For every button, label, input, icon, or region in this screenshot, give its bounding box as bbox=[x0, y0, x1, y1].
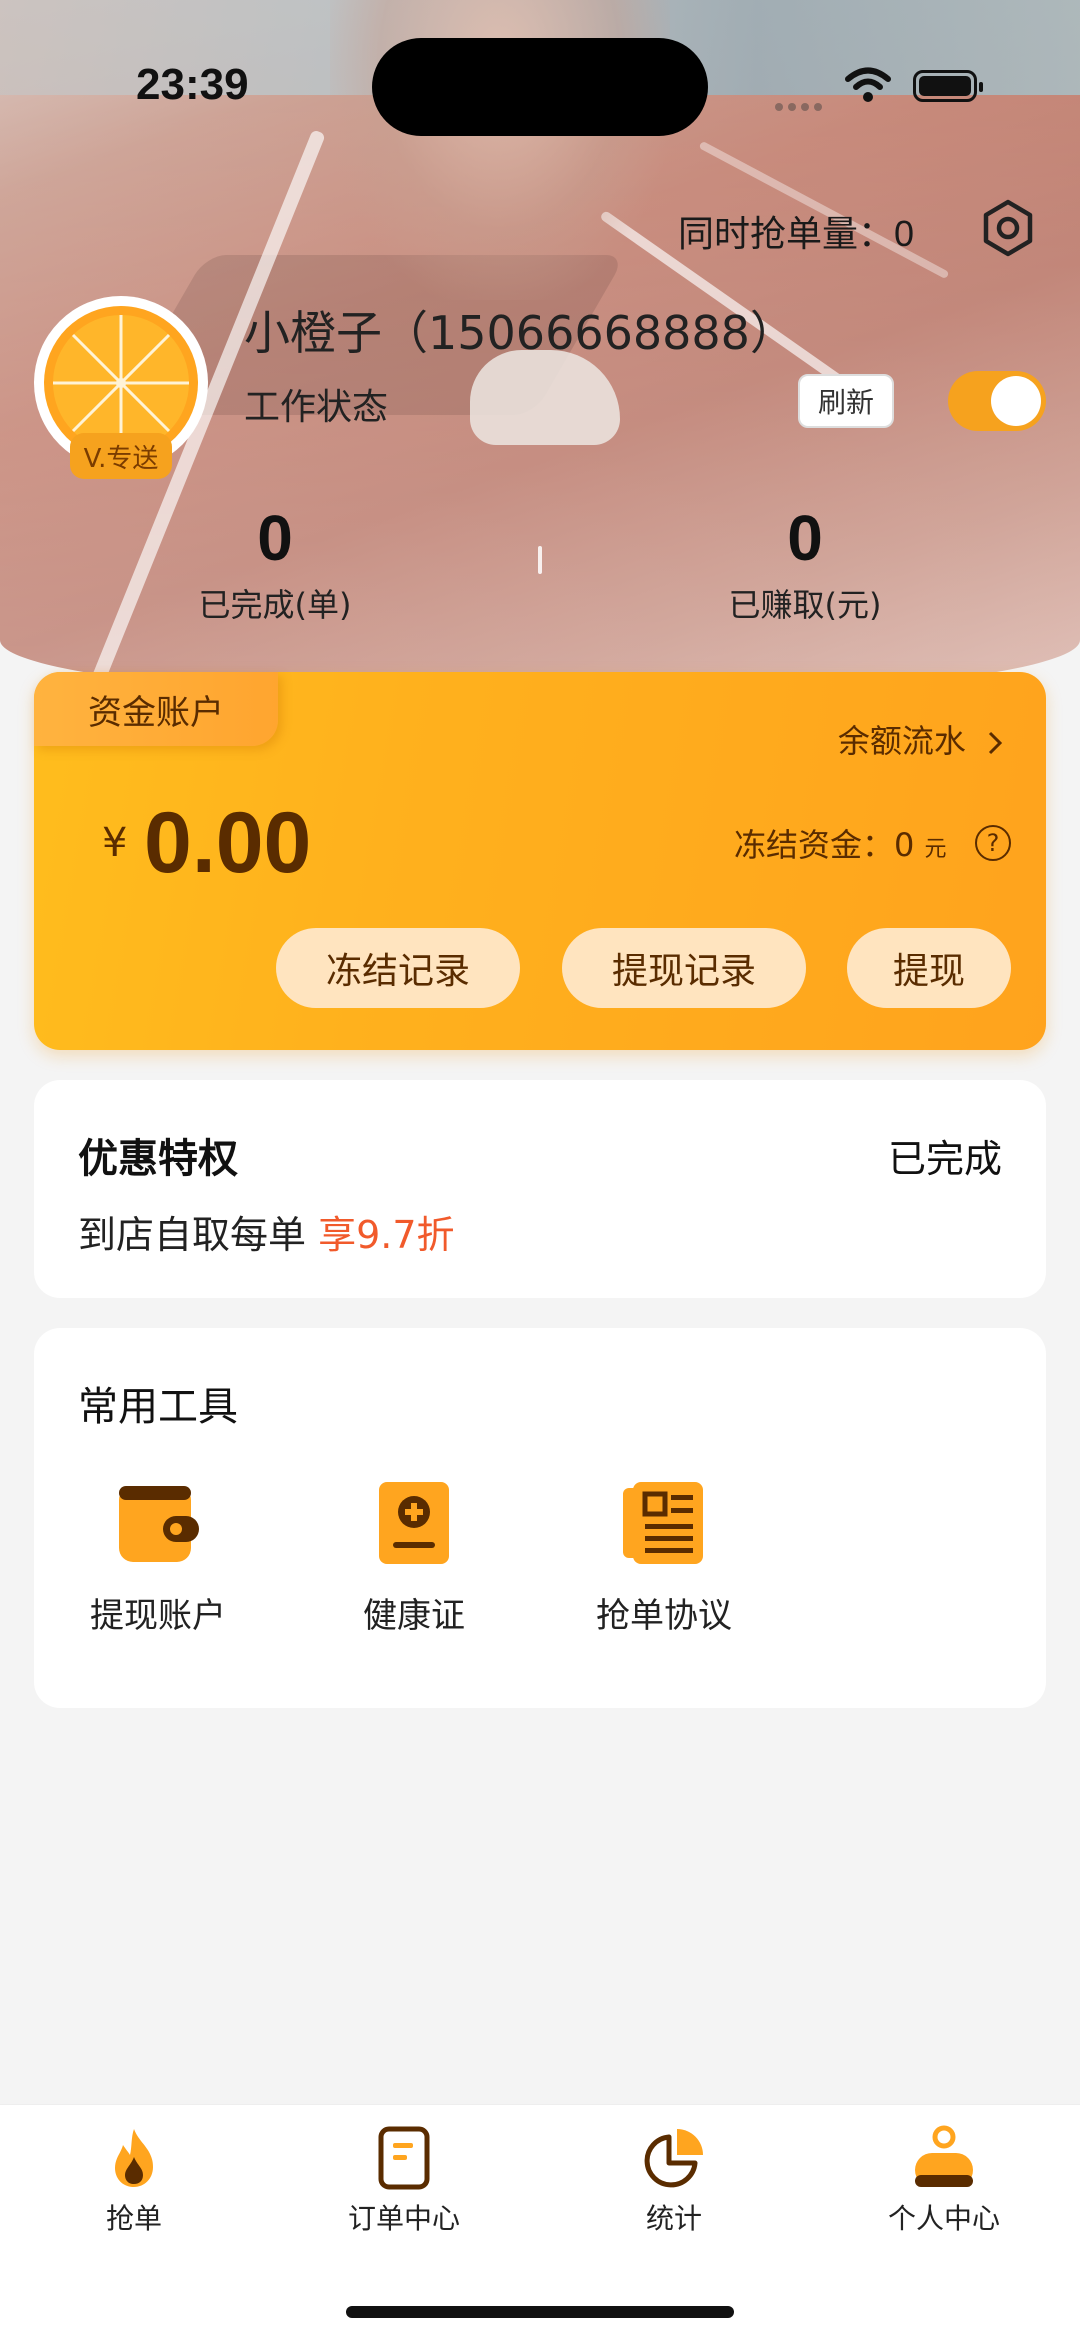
tool-label: 健康证 bbox=[363, 1596, 465, 1636]
tab-grab-orders[interactable]: 抢单 bbox=[34, 2125, 234, 2237]
balance-flow-label: 余额流水 bbox=[837, 722, 966, 760]
frozen-funds-unit: 元 bbox=[924, 837, 947, 862]
tab-label: 统计 bbox=[645, 2202, 702, 2235]
tool-withdraw-account[interactable]: 提现账户 bbox=[58, 1478, 258, 1637]
stats-divider bbox=[538, 546, 542, 574]
cellular-signal-icon bbox=[775, 96, 827, 111]
tab-personal-center[interactable]: 个人中心 bbox=[844, 2125, 1044, 2237]
battery-icon bbox=[913, 70, 983, 102]
completed-orders-label: 已完成(单) bbox=[198, 586, 352, 624]
work-status-toggle[interactable] bbox=[948, 371, 1046, 431]
agreement-document-icon bbox=[623, 1482, 703, 1564]
tab-label: 个人中心 bbox=[887, 2202, 1000, 2235]
withdraw-button[interactable]: 提现 bbox=[847, 928, 1011, 1008]
home-indicator bbox=[346, 2306, 734, 2318]
concurrent-orders-value: 0 bbox=[894, 213, 915, 254]
privilege-discount: 享9.7折 bbox=[318, 1213, 455, 1257]
vip-badge: V.专送 bbox=[70, 433, 172, 479]
wallet-icon bbox=[119, 1486, 199, 1562]
frozen-funds: 冻结资金：0 元 bbox=[734, 820, 947, 866]
tab-label: 抢单 bbox=[105, 2202, 162, 2235]
tool-health-certificate[interactable]: 健康证 bbox=[314, 1478, 514, 1637]
tab-order-center[interactable]: 订单中心 bbox=[304, 2125, 504, 2237]
concurrent-orders-label: 同时抢单量： bbox=[678, 213, 895, 254]
fund-account-tag: 资金账户 bbox=[34, 672, 278, 746]
completed-orders-stat: 0 已完成(单) bbox=[175, 500, 375, 626]
settings-gear-icon[interactable] bbox=[978, 198, 1038, 258]
tool-label: 提现账户 bbox=[90, 1596, 226, 1636]
completed-orders-value: 0 bbox=[257, 502, 293, 574]
username: 小橙子（15066668888） bbox=[244, 306, 796, 360]
status-time: 23:39 bbox=[136, 60, 249, 109]
earned-amount-value: 0 bbox=[787, 502, 823, 574]
common-tools-card: 常用工具 提现账户 健康证 抢单协议 bbox=[34, 1328, 1046, 1708]
help-question-icon[interactable]: ? bbox=[975, 825, 1011, 861]
tool-order-agreement[interactable]: 抢单协议 bbox=[564, 1478, 764, 1637]
tab-label: 订单中心 bbox=[347, 2202, 460, 2235]
withdraw-records-button[interactable]: 提现记录 bbox=[562, 928, 806, 1008]
currency-symbol: ¥ bbox=[102, 820, 128, 866]
pie-chart-icon bbox=[644, 2129, 703, 2188]
wifi-icon bbox=[845, 67, 891, 102]
tools-title: 常用工具 bbox=[78, 1384, 238, 1430]
earned-amount-label: 已赚取(元) bbox=[728, 586, 882, 624]
tab-statistics[interactable]: 统计 bbox=[574, 2125, 774, 2237]
privilege-description-text: 到店自取每单 bbox=[78, 1213, 307, 1257]
order-list-icon bbox=[378, 2126, 430, 2190]
dynamic-island bbox=[372, 38, 708, 136]
refresh-button[interactable]: 刷新 bbox=[798, 374, 894, 428]
privilege-title: 优惠特权 bbox=[78, 1136, 238, 1182]
person-icon bbox=[915, 2125, 973, 2187]
balance-amount: 0.00 bbox=[144, 795, 312, 891]
fund-account-card: 资金账户 余额流水 ¥ 0.00 冻结资金：0 元 ? 冻结记录 提现记录 提现 bbox=[34, 672, 1046, 1050]
privilege-status: 已完成 bbox=[887, 1137, 1002, 1181]
health-certificate-icon bbox=[379, 1482, 449, 1564]
chevron-right-icon bbox=[988, 731, 1003, 755]
tool-label: 抢单协议 bbox=[596, 1596, 732, 1636]
privilege-card[interactable]: 优惠特权 已完成 到店自取每单 享9.7折 bbox=[34, 1080, 1046, 1298]
earned-amount-stat: 0 已赚取(元) bbox=[702, 500, 908, 626]
flame-icon bbox=[115, 2129, 153, 2187]
frozen-records-button[interactable]: 冻结记录 bbox=[276, 928, 520, 1008]
work-status-label: 工作状态 bbox=[244, 387, 389, 428]
privilege-description: 到店自取每单 享9.7折 bbox=[78, 1204, 455, 1259]
balance-flow-link[interactable]: 余额流水 bbox=[838, 716, 1006, 762]
background-shoe bbox=[470, 350, 620, 445]
frozen-funds-value: 0 bbox=[894, 826, 915, 864]
concurrent-orders: 同时抢单量：0 bbox=[678, 205, 914, 257]
frozen-funds-label: 冻结资金： bbox=[734, 826, 895, 864]
